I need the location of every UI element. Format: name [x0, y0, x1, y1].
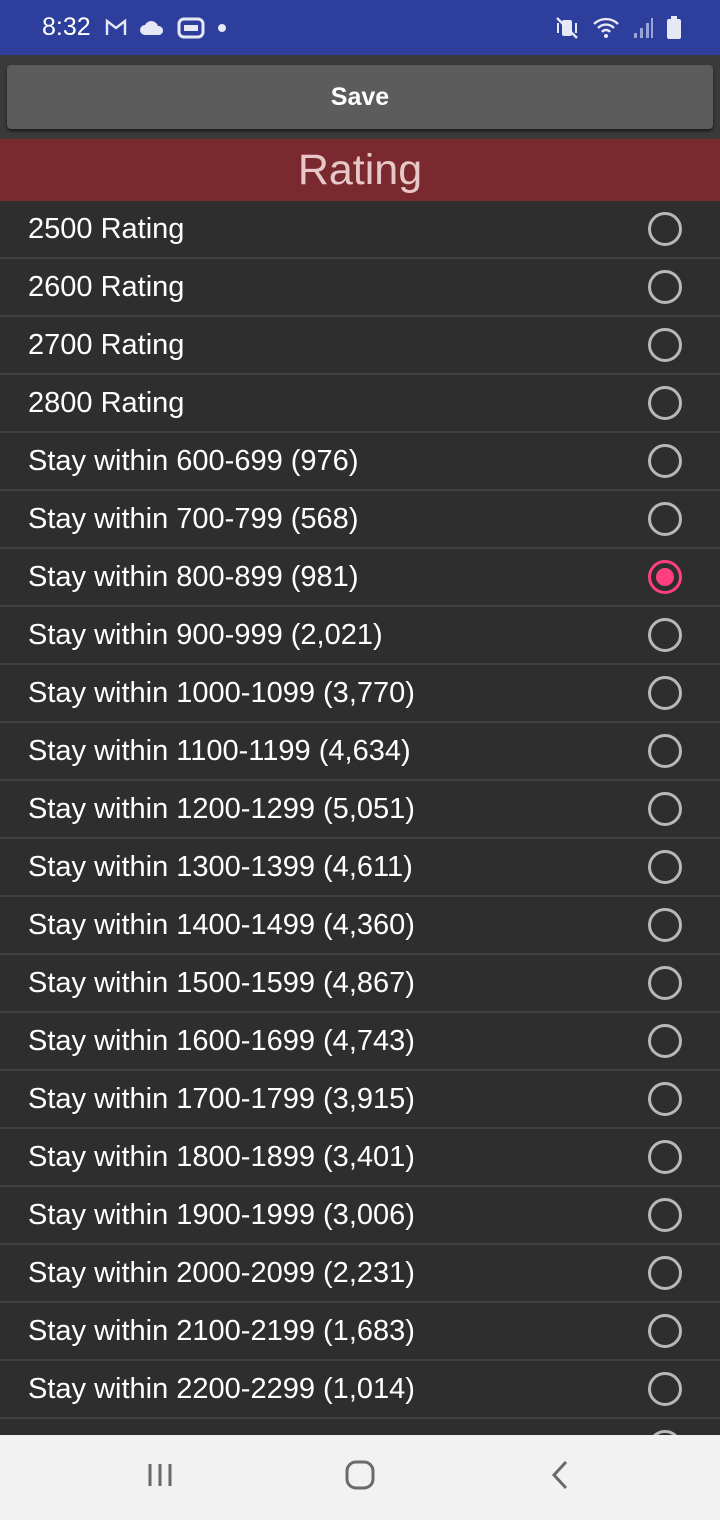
- list-item[interactable]: Stay within 1700-1799 (3,915): [0, 1071, 720, 1129]
- back-icon: [549, 1459, 571, 1496]
- home-icon: [344, 1459, 376, 1496]
- radio-button[interactable]: [648, 676, 682, 710]
- home-button[interactable]: [320, 1448, 400, 1508]
- radio-button[interactable]: [648, 1372, 682, 1406]
- signal-icon: [632, 15, 654, 41]
- option-label: Stay within 1000-1099 (3,770): [28, 676, 415, 709]
- save-bar: Save: [0, 55, 720, 139]
- radio-button[interactable]: [648, 386, 682, 420]
- option-label: Stay within 2000-2099 (2,231): [28, 1256, 415, 1289]
- option-label: Stay within 1200-1299 (5,051): [28, 792, 415, 825]
- list-item[interactable]: Stay within 1500-1599 (4,867): [0, 955, 720, 1013]
- gmail-icon: [105, 15, 127, 41]
- option-label: Stay within 1800-1899 (3,401): [28, 1140, 415, 1173]
- list-item[interactable]: Stay within 2100-2199 (1,683): [0, 1303, 720, 1361]
- list-item[interactable]: Stay within 1900-1999 (3,006): [0, 1187, 720, 1245]
- status-bar: 8:32: [0, 0, 720, 55]
- recents-icon: [145, 1462, 175, 1493]
- radio-button[interactable]: [648, 1082, 682, 1116]
- list-item[interactable]: 2600 Rating: [0, 259, 720, 317]
- list-item[interactable]: Stay within 1400-1499 (4,360): [0, 897, 720, 955]
- wifi-icon: [592, 15, 620, 41]
- list-item[interactable]: Stay within 600-699 (976): [0, 433, 720, 491]
- option-label: Stay within 2200-2299 (1,014): [28, 1372, 415, 1405]
- radio-button[interactable]: [648, 1314, 682, 1348]
- option-label: Stay within 900-999 (2,021): [28, 618, 383, 651]
- list-item[interactable]: Stay within 800-899 (981): [0, 549, 720, 607]
- back-button[interactable]: [520, 1448, 600, 1508]
- radio-button[interactable]: [648, 792, 682, 826]
- option-label: Stay within 700-799 (568): [28, 502, 359, 535]
- radio-button[interactable]: [648, 270, 682, 304]
- list-item[interactable]: [0, 1419, 720, 1435]
- rating-option-list[interactable]: 2500 Rating 2600 Rating 2700 Rating 2800 Ra…: [0, 201, 720, 1435]
- list-item[interactable]: Stay within 1200-1299 (5,051): [0, 781, 720, 839]
- option-label: Stay within 2100-2199 (1,683): [28, 1314, 415, 1347]
- status-icons-right: [554, 15, 682, 41]
- option-label: 2800 Rating: [28, 386, 185, 419]
- list-item[interactable]: Stay within 1100-1199 (4,634): [0, 723, 720, 781]
- status-icons-left: [105, 15, 227, 41]
- status-time: 8:32: [42, 13, 91, 41]
- option-label: 2500 Rating: [28, 212, 185, 245]
- list-item[interactable]: Stay within 2000-2099 (2,231): [0, 1245, 720, 1303]
- list-item[interactable]: Stay within 2200-2299 (1,014): [0, 1361, 720, 1419]
- radio-button[interactable]: [648, 1140, 682, 1174]
- radio-button[interactable]: [648, 850, 682, 884]
- radio-button[interactable]: [648, 618, 682, 652]
- cloud-icon: [139, 15, 165, 41]
- list-item[interactable]: Stay within 1600-1699 (4,743): [0, 1013, 720, 1071]
- radio-button[interactable]: [648, 502, 682, 536]
- list-item[interactable]: Stay within 1300-1399 (4,611): [0, 839, 720, 897]
- option-label: Stay within 1400-1499 (4,360): [28, 908, 415, 941]
- option-label: 2600 Rating: [28, 270, 185, 303]
- list-item[interactable]: 2800 Rating: [0, 375, 720, 433]
- media-icon: [177, 15, 205, 41]
- list-item[interactable]: Stay within 900-999 (2,021): [0, 607, 720, 665]
- option-label: Stay within 600-699 (976): [28, 444, 359, 477]
- radio-button[interactable]: [648, 908, 682, 942]
- section-header: Rating: [0, 139, 720, 201]
- radio-button[interactable]: [648, 1256, 682, 1290]
- battery-icon: [666, 15, 682, 41]
- radio-button[interactable]: [648, 734, 682, 768]
- recents-button[interactable]: [120, 1448, 200, 1508]
- option-label: Stay within 1500-1599 (4,867): [28, 966, 415, 999]
- radio-button[interactable]: [648, 212, 682, 246]
- section-title: Rating: [297, 145, 423, 194]
- option-label: 2700 Rating: [28, 328, 185, 361]
- dot-icon: [217, 15, 227, 41]
- radio-button[interactable]: [648, 444, 682, 478]
- radio-button[interactable]: [648, 966, 682, 1000]
- option-label: Stay within 1300-1399 (4,611): [28, 850, 413, 883]
- vibrate-mute-icon: [554, 15, 580, 41]
- navigation-bar: [0, 1435, 720, 1520]
- option-label: Stay within 1700-1799 (3,915): [28, 1082, 415, 1115]
- save-button[interactable]: Save: [7, 65, 713, 129]
- radio-button[interactable]: [648, 1024, 682, 1058]
- option-label: Stay within 1900-1999 (3,006): [28, 1198, 415, 1231]
- option-label: Stay within 1100-1199 (4,634): [28, 734, 411, 767]
- option-label: Stay within 800-899 (981): [28, 560, 359, 593]
- option-label: Stay within 1600-1699 (4,743): [28, 1024, 415, 1057]
- list-item[interactable]: Stay within 1000-1099 (3,770): [0, 665, 720, 723]
- list-item[interactable]: 2500 Rating: [0, 201, 720, 259]
- radio-button[interactable]: [648, 328, 682, 362]
- list-item[interactable]: 2700 Rating: [0, 317, 720, 375]
- list-item[interactable]: Stay within 700-799 (568): [0, 491, 720, 549]
- list-item[interactable]: Stay within 1800-1899 (3,401): [0, 1129, 720, 1187]
- radio-button[interactable]: [648, 1198, 682, 1232]
- radio-button-selected[interactable]: [648, 560, 682, 594]
